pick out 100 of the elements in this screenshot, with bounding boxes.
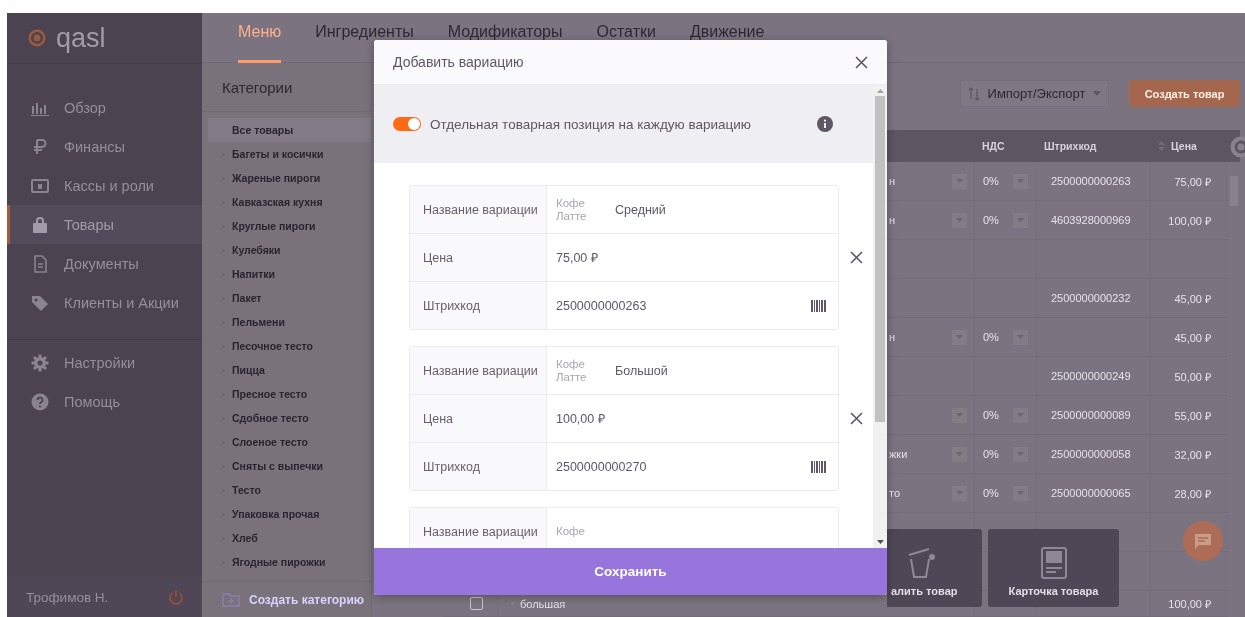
remove-variation-button[interactable] bbox=[850, 251, 863, 264]
input-field[interactable]: Кофе Латте Средний bbox=[547, 186, 838, 233]
table-cell: то bbox=[889, 487, 901, 499]
sidebar-item[interactable]: Настройки bbox=[7, 343, 202, 382]
dialog-title: Добавить вариацию bbox=[393, 54, 524, 70]
panel-title: Категории bbox=[202, 63, 371, 112]
info-icon[interactable] bbox=[817, 116, 833, 132]
scrollbar[interactable] bbox=[873, 85, 887, 548]
field-value: 75,00 ₽ bbox=[556, 250, 598, 266]
field-value: Средний bbox=[615, 202, 666, 217]
table-cell: 2500000000232 bbox=[1051, 292, 1131, 304]
category-item[interactable]: Напитки bbox=[208, 262, 371, 286]
ruble-icon bbox=[31, 137, 49, 156]
import-export-button[interactable]: Импорт/Экспорт bbox=[960, 80, 1109, 107]
table-cell-text: 75,00 ₽ bbox=[1174, 174, 1211, 189]
category-item[interactable]: Багеты и косички bbox=[208, 142, 371, 166]
document-icon bbox=[1040, 547, 1067, 579]
category-item[interactable]: Кавказская кухня bbox=[208, 190, 371, 214]
caret-icon bbox=[1093, 91, 1102, 96]
table-cell-text: 50,00 ₽ bbox=[1174, 369, 1211, 384]
category-item[interactable]: Пицца bbox=[208, 358, 371, 382]
scroll-up-icon bbox=[876, 89, 884, 93]
category-item[interactable]: Слоеное тесто bbox=[208, 430, 371, 454]
toggle-switch[interactable] bbox=[393, 117, 421, 131]
input-field[interactable]: 2500000000270 bbox=[547, 443, 838, 490]
product-card-button[interactable]: Карточка товара bbox=[988, 529, 1119, 607]
logo-text: qasl bbox=[56, 24, 106, 52]
name-prefix: Кофе bbox=[556, 525, 586, 538]
table-cell: большая bbox=[511, 597, 566, 610]
table-cell: 0% bbox=[983, 214, 999, 226]
table-cell: 2500000000263 bbox=[1051, 175, 1131, 187]
field-label: Штрихкод bbox=[410, 443, 547, 490]
category-item[interactable]: Пельмени bbox=[208, 310, 371, 334]
category-item[interactable]: Ягодные пирожки bbox=[208, 550, 371, 574]
table-cell: 2500000000065 bbox=[1051, 487, 1131, 499]
sidebar-item[interactable]: Документы bbox=[7, 244, 202, 283]
table-cell: н bbox=[889, 175, 896, 187]
input-field[interactable]: 100,00 ₽ bbox=[547, 395, 838, 442]
sort-arrows-icon bbox=[967, 86, 980, 101]
create-product-button[interactable]: Создать товар bbox=[1129, 80, 1240, 107]
sidebar-item[interactable]: Помощь bbox=[7, 382, 202, 421]
sidebar-item[interactable]: Клиенты и Акции bbox=[7, 283, 202, 322]
scroll-down-icon bbox=[876, 540, 884, 544]
table-cell: 2500000000249 bbox=[1051, 370, 1131, 382]
column-header: Штрихкод bbox=[1044, 140, 1097, 152]
category-item[interactable]: Сдобное тесто bbox=[208, 406, 371, 430]
sidebar-item[interactable]: Товары bbox=[7, 205, 202, 244]
delete-product-button[interactable]: алить товар bbox=[887, 529, 982, 607]
category-item[interactable]: Все товары bbox=[208, 118, 371, 142]
chat-icon bbox=[1194, 533, 1212, 549]
input-field[interactable]: 2500000000263 bbox=[547, 282, 838, 329]
document-icon bbox=[31, 254, 49, 273]
category-item[interactable]: Хлеб bbox=[208, 526, 371, 550]
close-icon bbox=[850, 412, 863, 425]
category-item[interactable]: Пакет bbox=[208, 286, 371, 310]
name-prefix: Кофе Латте bbox=[556, 196, 588, 223]
power-icon[interactable] bbox=[168, 589, 184, 605]
field-value: Большой bbox=[615, 363, 668, 378]
sidebar-item[interactable]: Кассы и роли bbox=[7, 166, 202, 205]
close-icon bbox=[850, 251, 863, 264]
table-cell: 2500000000089 bbox=[1051, 409, 1131, 421]
trash-icon bbox=[906, 547, 936, 579]
category-item[interactable]: Жареные пироги bbox=[208, 166, 371, 190]
folder-plus-icon bbox=[222, 592, 240, 607]
remove-variation-button[interactable] bbox=[850, 412, 863, 425]
column-header: НДС bbox=[982, 140, 1005, 152]
table-cell-text: 32,00 ₽ bbox=[1174, 447, 1211, 462]
category-item[interactable]: Сняты с выпечки bbox=[208, 454, 371, 478]
field-value: 2500000000270 bbox=[556, 459, 647, 474]
close-icon bbox=[855, 55, 868, 69]
category-item[interactable]: Кулебяки bbox=[208, 238, 371, 262]
table-cell-text: 28,00 ₽ bbox=[1174, 486, 1211, 501]
category-item[interactable]: Упаковка прочая bbox=[208, 502, 371, 526]
category-item[interactable]: Круглые пироги bbox=[208, 214, 371, 238]
table-cell-text: 55,00 ₽ bbox=[1174, 408, 1211, 423]
close-button[interactable] bbox=[855, 55, 868, 69]
user-name: Трофимов Н. bbox=[26, 589, 109, 605]
table-cell: жки bbox=[889, 448, 908, 460]
help-icon bbox=[31, 392, 49, 411]
category-item[interactable]: Пресное тесто bbox=[208, 382, 371, 406]
name-prefix: Кофе Латте bbox=[556, 357, 588, 384]
barcode-icon[interactable] bbox=[811, 299, 826, 312]
toggle-label: Отдельная товарная позиция на каждую вариацию bbox=[430, 116, 752, 132]
sidebar-item[interactable]: Обзор bbox=[7, 88, 202, 127]
field-label: Цена bbox=[410, 234, 547, 281]
table-cell: 0% bbox=[983, 331, 999, 343]
barcode-icon[interactable] bbox=[811, 460, 826, 473]
table-cell: н bbox=[889, 214, 896, 226]
input-field[interactable]: Кофе bbox=[547, 508, 838, 548]
category-item[interactable]: Песочное тесто bbox=[208, 334, 371, 358]
input-field[interactable]: Кофе Латте Большой bbox=[547, 347, 838, 394]
logo-ring-icon bbox=[28, 29, 46, 47]
create-category-button[interactable]: Создать категорию bbox=[222, 592, 365, 607]
save-button[interactable]: Сохранить bbox=[374, 548, 887, 595]
row-checkbox[interactable] bbox=[470, 597, 483, 610]
sidebar-item[interactable]: Финансы bbox=[7, 127, 202, 166]
input-field[interactable]: 75,00 ₽ bbox=[547, 234, 838, 281]
table-cell: 0% bbox=[983, 409, 999, 421]
table-cell-text: 100,00 ₽ bbox=[1168, 597, 1211, 611]
category-item[interactable]: Тесто bbox=[208, 478, 371, 502]
